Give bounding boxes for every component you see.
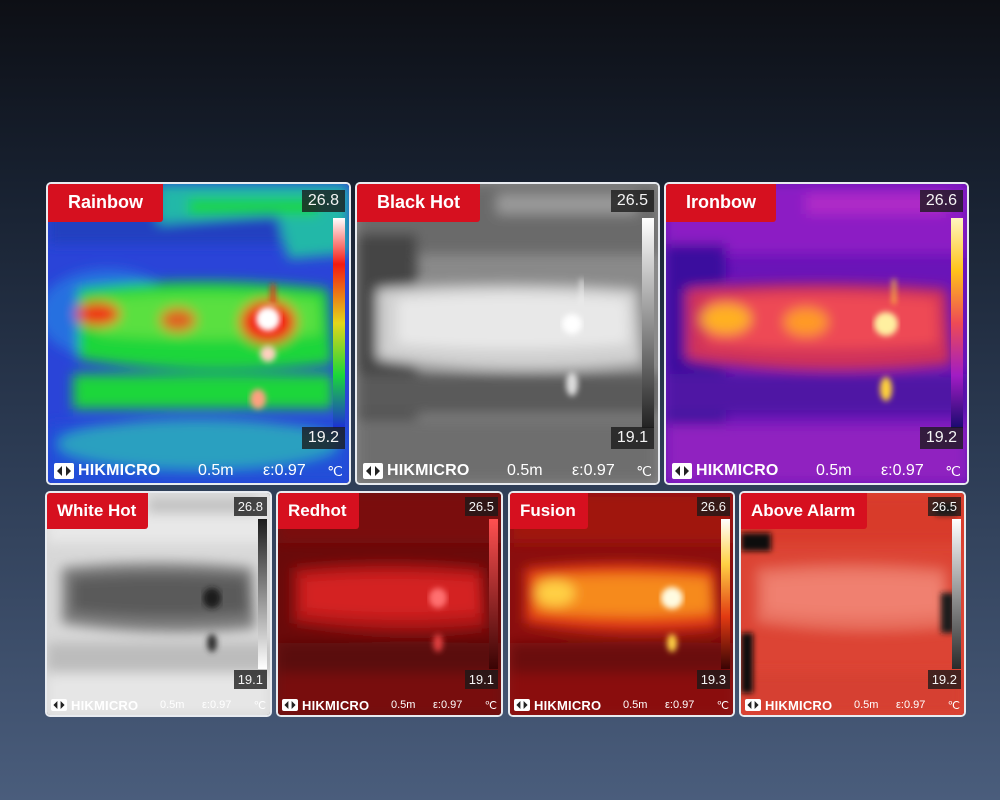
max-temp: 26.8 (233, 497, 267, 516)
color-scale-bar (951, 218, 963, 428)
temperature-unit: ℃ (327, 462, 343, 479)
color-scale-bar (489, 519, 498, 669)
max-temp: 26.5 (927, 497, 961, 516)
min-temp: 19.3 (696, 670, 730, 689)
temperature-unit: ℃ (716, 699, 729, 712)
palette-label: Ironbow (666, 184, 776, 222)
hikmicro-logo-icon (282, 699, 298, 711)
status-footer: HIKMICRO 0.5m ε:0.97 ℃ (357, 459, 658, 483)
color-scale-bar (721, 519, 730, 669)
temperature-unit: ℃ (253, 699, 266, 712)
palette-label: Above Alarm (741, 493, 868, 529)
status-footer: HIKMICRO 0.5m ε:0.97 ℃ (278, 695, 501, 715)
palette-label: Redhot (278, 493, 359, 529)
status-footer: HIKMICRO 0.5m ε:0.97 ℃ (510, 695, 733, 715)
min-temp: 19.1 (464, 670, 498, 689)
distance: 0.5m (391, 699, 416, 711)
hikmicro-logo-icon (672, 463, 692, 479)
status-footer: HIKMICRO 0.5m ε:0.97 ℃ (741, 695, 964, 715)
brand-name: HIKMICRO (765, 697, 833, 713)
emissivity: ε:0.97 (433, 699, 463, 711)
hikmicro-logo-icon (51, 699, 67, 711)
max-temp: 26.6 (696, 497, 730, 516)
palette-label: Black Hot (357, 184, 481, 222)
distance: 0.5m (198, 462, 234, 479)
emissivity: ε:0.97 (665, 699, 695, 711)
brand-name: HIKMICRO (534, 697, 602, 713)
color-scale-bar (258, 519, 267, 669)
panel-rainbow[interactable]: Rainbow 26.8 19.2 HIKMICRO 0.5m ε:0.97 ℃ (46, 182, 351, 485)
hikmicro-logo-icon (363, 463, 383, 479)
distance: 0.5m (854, 699, 879, 711)
panel-fusion[interactable]: Fusion 26.6 19.3 HIKMICRO 0.5m ε:0.97 ℃ (508, 491, 735, 717)
palette-label: Rainbow (48, 184, 163, 222)
min-temp: 19.2 (919, 427, 963, 449)
temperature-unit: ℃ (947, 699, 960, 712)
color-scale-bar (642, 218, 654, 428)
color-scale-bar (952, 519, 961, 669)
status-footer: HIKMICRO 0.5m ε:0.97 ℃ (47, 695, 270, 715)
brand-name: HIKMICRO (302, 697, 370, 713)
temperature-unit: ℃ (636, 462, 652, 479)
panel-ironbow[interactable]: Ironbow 26.6 19.2 HIKMICRO 0.5m ε:0.97 ℃ (664, 182, 969, 485)
min-temp: 19.2 (301, 427, 345, 449)
palette-label: Fusion (510, 493, 588, 529)
distance: 0.5m (160, 699, 185, 711)
distance: 0.5m (507, 462, 543, 479)
temperature-unit: ℃ (945, 462, 961, 479)
panel-white-hot[interactable]: White Hot 26.8 19.1 HIKMICRO 0.5m ε:0.97… (45, 491, 272, 717)
min-temp: 19.2 (927, 670, 961, 689)
brand-name: HIKMICRO (696, 462, 779, 479)
emissivity: ε:0.97 (263, 462, 306, 479)
max-temp: 26.6 (919, 190, 963, 212)
min-temp: 19.1 (610, 427, 654, 449)
palette-label: White Hot (47, 493, 149, 529)
brand-name: HIKMICRO (78, 462, 161, 479)
panel-above-alarm[interactable]: Above Alarm 26.5 19.2 HIKMICRO 0.5m ε:0.… (739, 491, 966, 717)
max-temp: 26.8 (301, 190, 345, 212)
emissivity: ε:0.97 (881, 462, 924, 479)
distance: 0.5m (816, 462, 852, 479)
panel-black-hot[interactable]: Black Hot 26.5 19.1 HIKMICRO 0.5m ε:0.97… (355, 182, 660, 485)
panel-redhot[interactable]: Redhot 26.5 19.1 HIKMICRO 0.5m ε:0.97 ℃ (276, 491, 503, 717)
emissivity: ε:0.97 (572, 462, 615, 479)
min-temp: 19.1 (233, 670, 267, 689)
max-temp: 26.5 (464, 497, 498, 516)
emissivity: ε:0.97 (896, 699, 926, 711)
temperature-unit: ℃ (484, 699, 497, 712)
hikmicro-logo-icon (514, 699, 530, 711)
status-footer: HIKMICRO 0.5m ε:0.97 ℃ (666, 459, 967, 483)
distance: 0.5m (623, 699, 648, 711)
hikmicro-logo-icon (54, 463, 74, 479)
brand-name: HIKMICRO (71, 697, 139, 713)
emissivity: ε:0.97 (202, 699, 232, 711)
hikmicro-logo-icon (745, 699, 761, 711)
status-footer: HIKMICRO 0.5m ε:0.97 ℃ (48, 459, 349, 483)
brand-name: HIKMICRO (387, 462, 470, 479)
color-scale-bar (333, 218, 345, 428)
max-temp: 26.5 (610, 190, 654, 212)
